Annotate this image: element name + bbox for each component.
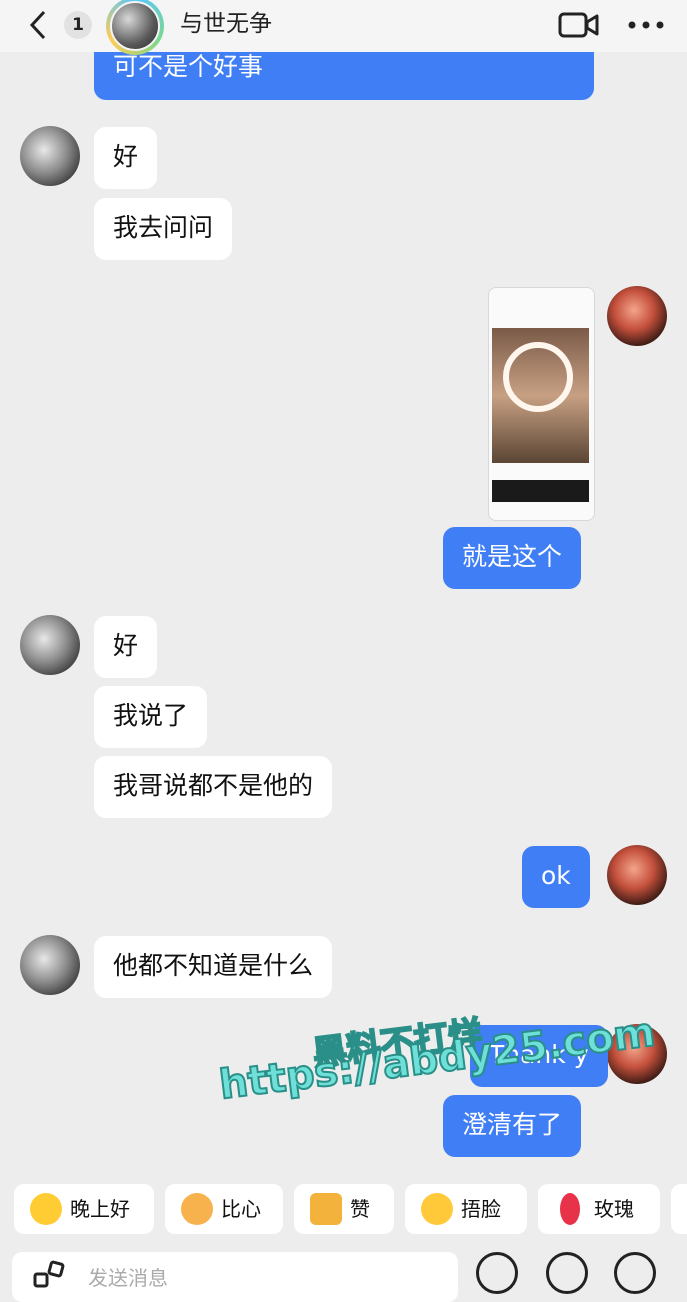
chip-label: 捂脸: [461, 1197, 501, 1221]
rose-icon: [560, 1193, 580, 1225]
self-avatar[interactable]: [607, 845, 667, 905]
chip-label: 晚上好: [70, 1197, 130, 1221]
message-incoming[interactable]: 我哥说都不是他的: [94, 756, 333, 818]
contact-avatar-small[interactable]: [20, 615, 80, 675]
quick-reply-rose[interactable]: 玫瑰: [538, 1184, 660, 1234]
image-message-screenshot[interactable]: [488, 287, 595, 521]
quick-reply-bar: 晚上好 比心 赞 捂脸 玫瑰: [0, 1180, 687, 1240]
quick-reply-like[interactable]: 赞: [294, 1184, 394, 1234]
quick-reply-more[interactable]: [671, 1184, 687, 1234]
emoji-icon[interactable]: [546, 1252, 588, 1294]
message-input[interactable]: 发送消息: [12, 1252, 458, 1302]
message-text: 可不是个好事: [113, 52, 264, 81]
video-call-icon[interactable]: [558, 10, 600, 40]
quick-reply-heart[interactable]: 比心: [165, 1184, 283, 1234]
chip-label: 比心: [221, 1197, 261, 1221]
input-placeholder: 发送消息: [88, 1266, 168, 1290]
contact-name[interactable]: 与世无争: [180, 8, 272, 40]
image-ring-light: [503, 342, 573, 412]
quick-reply-good-evening[interactable]: 晚上好: [14, 1184, 154, 1234]
contact-avatar-small[interactable]: [20, 935, 80, 995]
quick-reply-facepalm[interactable]: 捂脸: [405, 1184, 527, 1234]
voice-icon[interactable]: [476, 1252, 518, 1294]
message-incoming[interactable]: 好: [94, 127, 158, 189]
thumbs-up-icon: [310, 1193, 342, 1225]
message-outgoing[interactable]: 澄清有了: [443, 1095, 582, 1157]
self-avatar[interactable]: [607, 286, 667, 346]
star-face-icon: [30, 1193, 62, 1225]
message-incoming[interactable]: 他都不知道是什么: [94, 936, 333, 998]
contact-avatar[interactable]: [106, 0, 164, 55]
unread-count-badge: 1: [64, 11, 92, 39]
message-outgoing[interactable]: 就是这个: [443, 527, 582, 589]
add-more-icon[interactable]: [614, 1252, 656, 1294]
message-incoming[interactable]: 我说了: [94, 686, 208, 748]
message-incoming[interactable]: 好: [94, 616, 158, 678]
contact-avatar-small[interactable]: [20, 126, 80, 186]
message-input-row: 发送消息: [0, 1244, 687, 1302]
message-outgoing[interactable]: ok: [522, 846, 590, 908]
chip-label: 玫瑰: [594, 1197, 634, 1221]
chat-header: 1 与世无争: [0, 0, 687, 55]
finger-heart-icon: [181, 1193, 213, 1225]
facepalm-icon: [421, 1193, 453, 1225]
more-options-icon[interactable]: [626, 10, 666, 40]
contact-avatar-image: [110, 1, 160, 51]
image-toolbar: [492, 480, 589, 502]
chip-label: 赞: [350, 1197, 370, 1221]
message-incoming[interactable]: 我去问问: [94, 198, 233, 260]
back-arrow-icon[interactable]: [24, 8, 54, 42]
sticker-icon[interactable]: [32, 1260, 68, 1296]
